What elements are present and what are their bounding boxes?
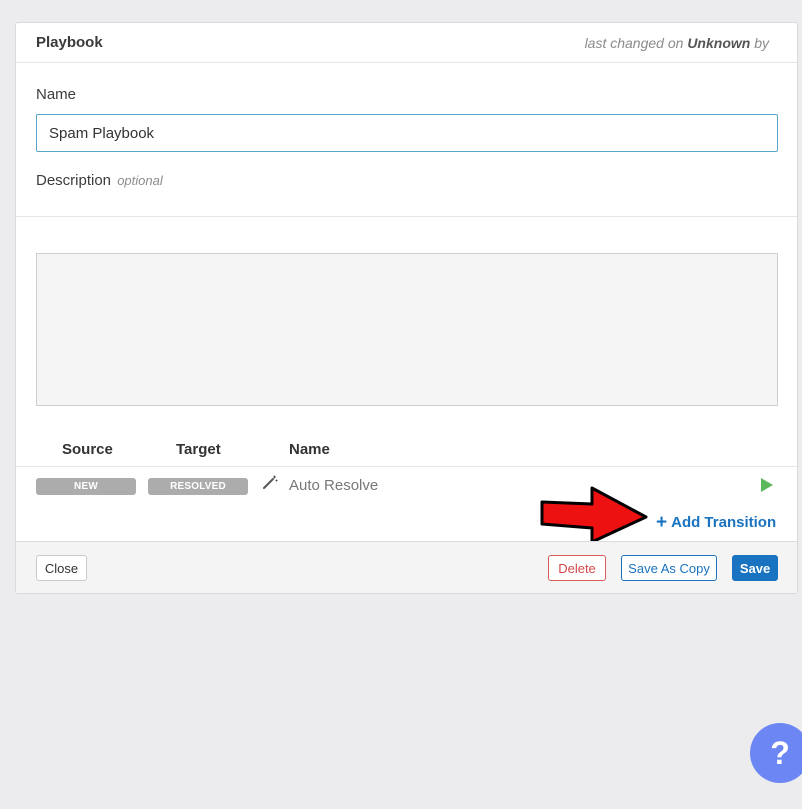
delete-button[interactable]: Delete bbox=[548, 555, 606, 581]
panel-title: Playbook bbox=[36, 34, 103, 51]
table-header-divider bbox=[16, 466, 797, 467]
close-button[interactable]: Close bbox=[36, 555, 87, 581]
column-header-source: Source bbox=[62, 441, 113, 458]
add-transition-label: Add Transition bbox=[671, 514, 777, 531]
magic-wand-icon[interactable] bbox=[262, 474, 278, 490]
panel-header: Playbook last changed on Unknown by bbox=[16, 23, 797, 63]
question-mark-icon: ? bbox=[770, 734, 790, 771]
last-changed-prefix: last changed on bbox=[584, 34, 684, 51]
transition-name[interactable]: Auto Resolve bbox=[289, 477, 378, 494]
column-header-name: Name bbox=[289, 441, 330, 458]
last-changed-value: Unknown bbox=[687, 34, 751, 51]
column-header-target: Target bbox=[176, 441, 221, 458]
description-label: Description optional bbox=[36, 172, 163, 189]
annotation-arrow-icon bbox=[540, 486, 648, 544]
name-label: Name bbox=[36, 86, 77, 103]
help-button[interactable]: ? bbox=[750, 723, 802, 783]
section-divider bbox=[16, 216, 797, 217]
save-as-copy-button[interactable]: Save As Copy bbox=[621, 555, 717, 581]
workflow-diagram-canvas[interactable] bbox=[36, 253, 778, 406]
target-state-badge: RESOLVED bbox=[148, 478, 248, 495]
optional-hint: optional bbox=[117, 173, 163, 188]
save-button[interactable]: Save bbox=[732, 555, 778, 581]
last-changed-info: last changed on Unknown by bbox=[585, 35, 769, 51]
add-transition-button[interactable]: + Add Transition bbox=[656, 513, 776, 532]
name-input[interactable] bbox=[36, 114, 778, 152]
source-state-badge: NEW bbox=[36, 478, 136, 495]
description-label-text: Description bbox=[36, 172, 112, 189]
plus-icon: + bbox=[656, 512, 668, 533]
last-changed-suffix: by bbox=[754, 34, 769, 51]
panel-footer: Close Delete Save As Copy Save bbox=[16, 541, 797, 593]
playbook-panel: Playbook last changed on Unknown by Name… bbox=[15, 22, 798, 594]
play-icon[interactable] bbox=[760, 478, 774, 492]
